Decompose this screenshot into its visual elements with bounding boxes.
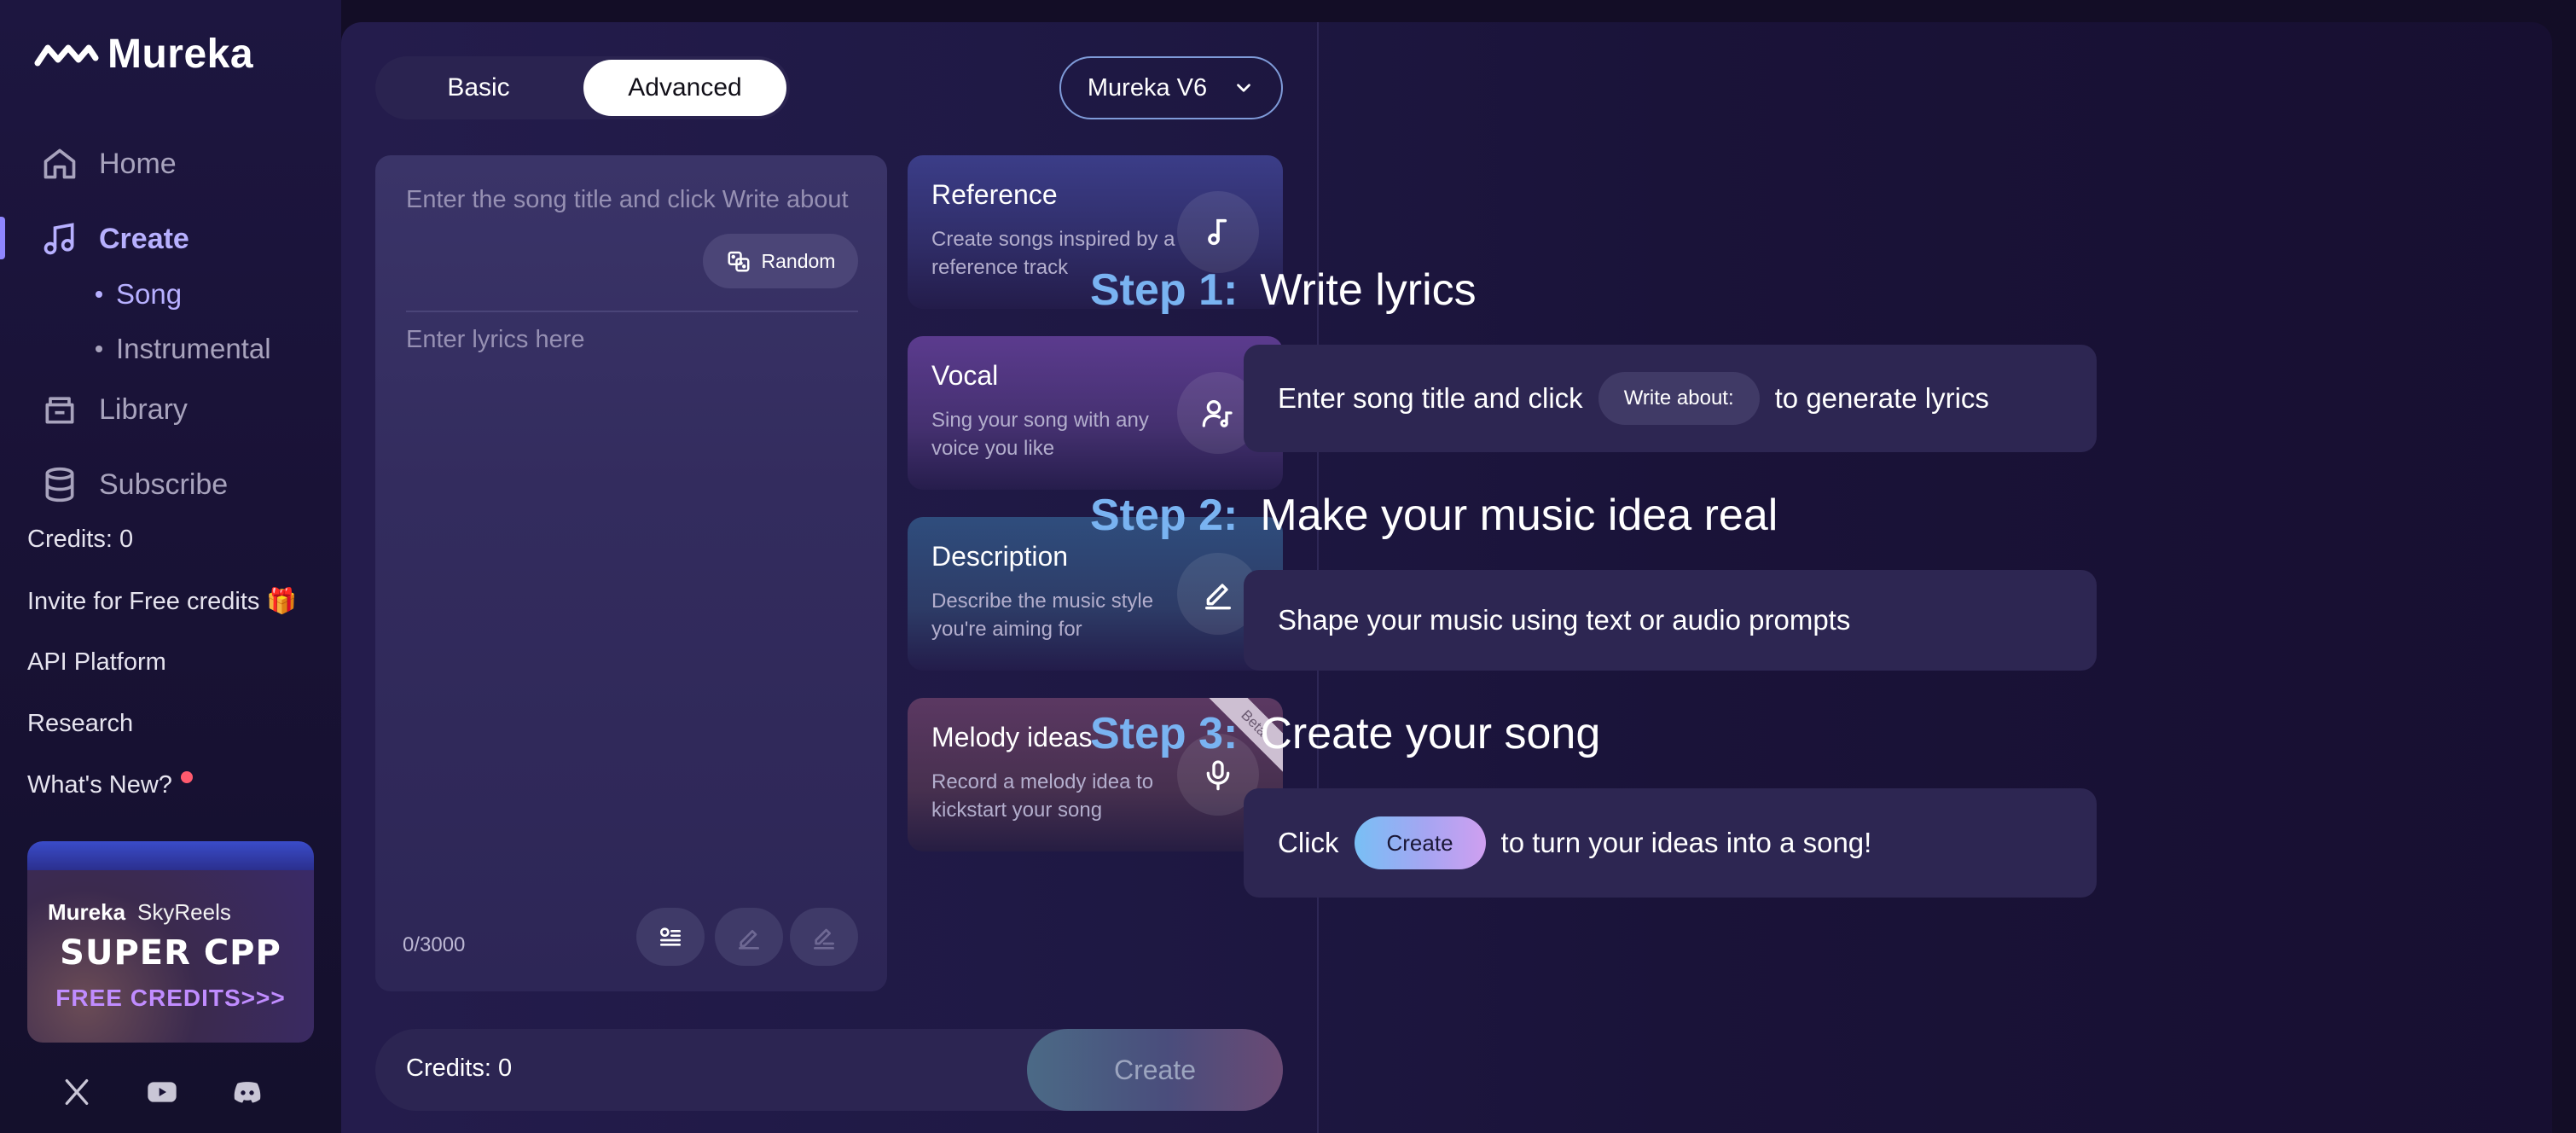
step-1-label: Step 1: [1090,265,1239,315]
nav-sub-instrumental-label: Instrumental [116,333,271,364]
whats-new-label: What's New? [27,771,172,799]
credits-text: Credits: 0 [27,526,134,553]
promo-brand-skyreels: SkyReels [137,899,231,925]
char-count: 0/3000 [403,933,466,956]
lyrics-format-icon [660,927,681,946]
bottom-credits: Credits: 0 [406,1055,513,1082]
melody-card-desc: Record a melody idea to kickstart your s… [931,770,1154,822]
step-2-text: Shape your music using text or audio pro… [1278,604,1851,636]
x-icon[interactable] [60,1075,94,1109]
step-1-heading: Step 1: Write lyrics [1090,264,1477,316]
discord-icon[interactable] [230,1075,264,1109]
reference-card-icon [1177,191,1259,273]
sidebar: Mureka Home Create Song Instrumental Lib… [0,0,341,1133]
step-1-title: Write lyrics [1260,265,1477,315]
divider [406,311,858,312]
step-1-post: to generate lyrics [1774,382,1989,414]
step-2-box: Shape your music using text or audio pro… [1244,570,2097,671]
invite-link-label: Invite for Free credits 🎁 [27,588,298,615]
mode-advanced-button[interactable]: Advanced [583,60,786,116]
pen-lines-icon [814,928,834,950]
research-link[interactable]: Research [27,710,133,738]
step-2-title: Make your music idea real [1260,491,1778,540]
step-2-heading: Step 2: Make your music idea real [1090,490,1778,541]
api-platform-label: API Platform [27,648,166,676]
app-logo[interactable]: Mureka [34,31,253,78]
step-1-box: Enter song title and click Write about: … [1244,345,2097,452]
step-3-label: Step 3: [1090,709,1239,758]
api-platform-link[interactable]: API Platform [27,648,166,677]
melody-card-title: Melody ideas [931,722,1093,752]
step-3-title: Create your song [1260,709,1601,758]
promo-brand-mureka: Mureka [48,899,126,925]
nav-subscribe[interactable]: Subscribe [41,459,228,510]
whats-new-link[interactable]: What's New? [27,770,193,799]
create-pill: Create [1354,816,1486,869]
library-icon [45,397,74,424]
youtube-icon[interactable] [145,1075,179,1109]
microphone-icon [1206,760,1230,791]
description-card-title: Description [931,541,1069,572]
nav-sub-song[interactable]: Song [96,278,182,311]
music-note-icon [44,223,74,255]
vocal-card-desc: Sing your song with any voice you like [931,409,1149,460]
chevron-down-icon [1237,84,1250,92]
song-title-input[interactable] [406,186,858,214]
rewrite-lyrics-button[interactable] [790,908,858,966]
mode-basic-button[interactable]: Basic [379,60,578,116]
music-note-icon [1208,218,1227,246]
lyrics-textarea[interactable] [406,326,858,872]
mode-toggle: Basic Advanced [375,56,790,119]
create-button[interactable]: Create [1027,1029,1283,1111]
app-name: Mureka [107,32,254,77]
nav-home-label: Home [99,147,177,180]
edit-lyrics-button[interactable] [715,908,783,966]
promo-banner[interactable]: Mureka SkyReels SUPER CPP FREE CREDITS>>… [27,841,314,1043]
step-3-box: Click Create to turn your ideas into a s… [1244,788,2097,898]
step-3-heading: Step 3: Create your song [1090,708,1600,759]
step-1-pre: Enter song title and click [1278,382,1583,414]
research-label: Research [27,710,134,737]
promo-brands: Mureka SkyReels [48,899,231,926]
promo-title: SUPER CPP [60,933,281,973]
random-button[interactable]: Random [703,234,858,288]
description-card-desc: Describe the music style you're aiming f… [931,590,1154,641]
bullet-dot [96,346,102,352]
model-select[interactable]: Mureka V6 [1059,56,1283,119]
step-3-post: to turn your ideas into a song! [1500,827,1872,858]
reference-card-title: Reference [931,179,1058,210]
promo-subtitle: FREE CREDITS>>> [55,985,286,1011]
nav-create-label: Create [99,222,189,255]
lyrics-editor: Random 0/3000 [375,155,887,991]
step-3-pre: Click [1278,827,1339,858]
database-icon [45,467,74,503]
bullet-dot [96,291,102,298]
nav-sub-song-label: Song [116,278,183,310]
mureka-logo-icon [34,44,99,66]
pen-icon [1205,584,1231,610]
step-2-label: Step 2: [1090,491,1239,540]
lyrics-structure-button[interactable] [636,908,705,966]
nav-sub-instrumental[interactable]: Instrumental [96,333,271,365]
nav-home[interactable]: Home [41,138,177,189]
nav-create[interactable]: Create [41,213,189,264]
promo-banner-top [27,841,314,870]
singer-icon [1202,400,1233,427]
nav-subscribe-label: Subscribe [99,468,229,501]
pen-icon [739,930,759,950]
random-button-label: Random [761,249,836,272]
home-icon [44,148,76,179]
nav-library[interactable]: Library [41,384,188,435]
nav-active-indicator [0,217,5,259]
invite-link[interactable]: Invite for Free credits 🎁 [27,587,298,616]
bottom-bar: Credits: 0 Create [375,1029,1283,1111]
vocal-card[interactable]: Vocal Sing your song with any voice you … [908,336,1283,490]
nav-library-label: Library [99,392,188,426]
notification-dot [180,770,193,783]
model-select-value: Mureka V6 [1087,73,1208,102]
dice-icon [728,251,750,272]
write-about-pill: Write about: [1598,372,1760,425]
vocal-card-title: Vocal [931,360,999,391]
social-links [60,1075,264,1109]
